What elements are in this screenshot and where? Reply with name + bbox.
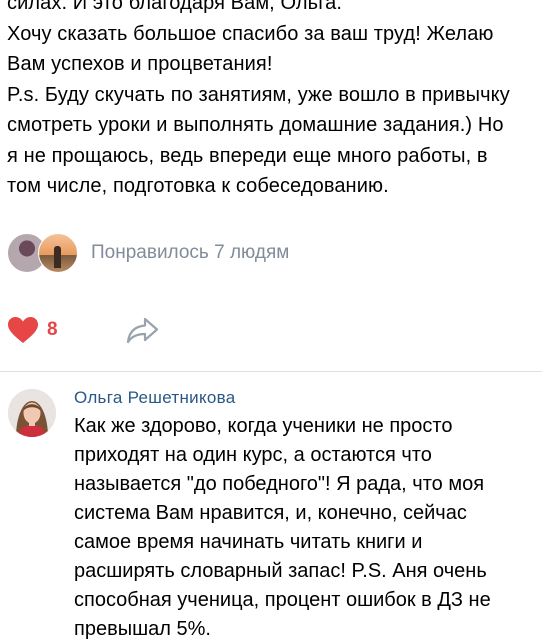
liker-avatar[interactable] [38,233,78,273]
comment-text-line: превышал 5%. [74,618,211,640]
like-count: 8 [47,319,58,340]
comment-text-line: приходят на один курс, а остаются что [74,444,432,466]
commenter-avatar-image [8,389,56,437]
post-text-line: Хочу сказать большое спасибо за ваш труд… [7,22,494,45]
comment-text-line: самое время начинать читать книги и [74,531,423,553]
commenter-avatar[interactable] [8,389,56,437]
share-arrow-icon [126,317,158,344]
post-text-line: том числе, подготовка к собеседованию. [7,175,389,197]
post-text-line: P.s. Буду скучать по занятиям, уже вошло… [7,83,510,106]
post-text-line: смотреть уроки и выполнять домашние зада… [7,114,504,136]
like-button[interactable]: 8 [7,316,58,344]
comment-text-line: расширять словарный запас! P.S. Аня очен… [74,560,487,582]
post-text-line: я не прощаюсь, ведь впереди еще много ра… [7,144,488,167]
likes-summary-text[interactable]: Понравилось 7 людям [91,242,289,264]
liked-by-row[interactable]: Понравилось 7 людям [7,233,289,273]
post-text: силах. И это благодаря Вам, Ольга. Хочу … [7,0,537,202]
comment-author-name[interactable]: Ольга Решетникова [74,388,236,408]
comment-text-line: Как же здорово, когда ученики не просто [74,415,453,437]
comment-text-line: система Вам нравится, и, конечно, сейчас [74,502,467,524]
post-text-line: Вам успехов и процветания! [7,53,273,75]
share-button[interactable] [126,316,160,344]
liked-by-avatars[interactable] [7,233,82,273]
comment-text: Как же здорово, когда ученики не просто … [74,412,534,644]
comment-text-line: способная ученица, процент ошибок в ДЗ н… [74,589,491,611]
comments-divider [0,371,542,372]
post-actions: 8 [7,310,160,350]
comment-text-line: называется "до победного"! Я рада, что м… [74,473,485,495]
post-text-line: силах. И это благодаря Вам, Ольга. [7,0,343,14]
heart-icon [8,317,38,343]
